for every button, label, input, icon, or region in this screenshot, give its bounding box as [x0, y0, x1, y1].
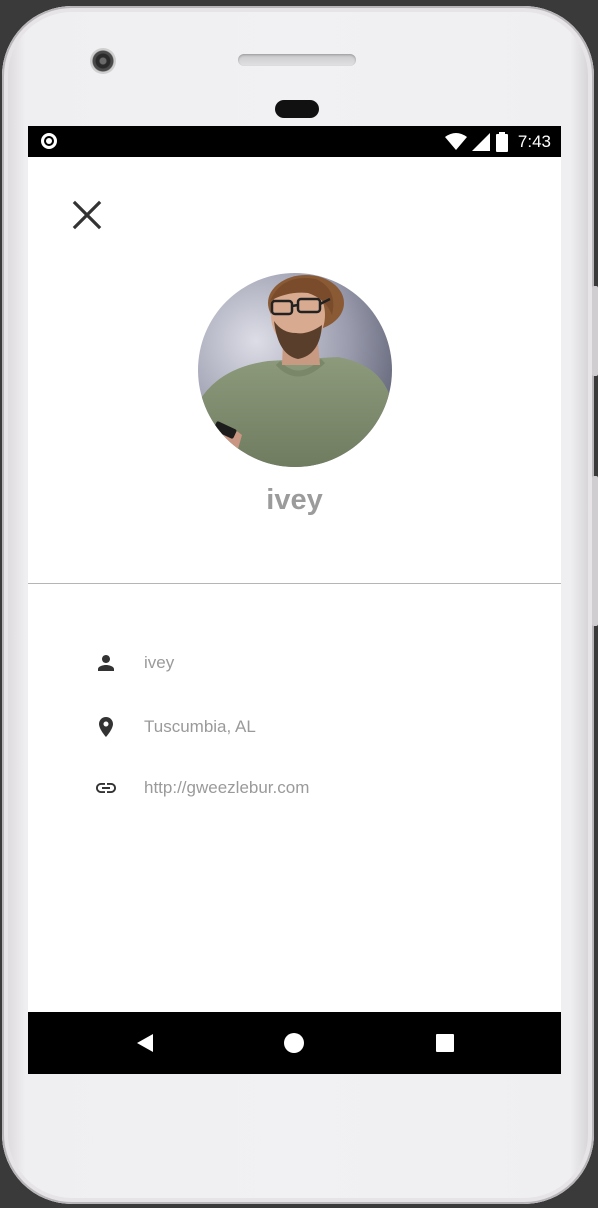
profile-username: ivey [266, 484, 323, 516]
status-time: 7:43 [517, 131, 551, 151]
home-icon [284, 1033, 304, 1053]
recents-button[interactable] [405, 1012, 485, 1074]
avatar-photo [198, 273, 392, 467]
detail-row-username: ivey [88, 648, 528, 678]
person-icon [98, 655, 114, 671]
location-pin-icon [99, 717, 113, 737]
status-bar: 7:43 [28, 126, 561, 157]
notification-circle-icon [41, 133, 57, 149]
battery-icon [495, 131, 508, 152]
back-icon [137, 1034, 153, 1052]
divider [28, 583, 561, 584]
close-button[interactable] [68, 196, 106, 234]
wifi-icon [444, 132, 467, 150]
back-button[interactable] [105, 1012, 185, 1074]
link-icon [96, 783, 116, 793]
power-button [592, 286, 598, 376]
detail-location-text: Tuscumbia, AL [144, 717, 256, 736]
proximity-sensor [275, 100, 319, 118]
home-button[interactable] [254, 1012, 334, 1074]
detail-row-location: Tuscumbia, AL [88, 712, 528, 742]
front-camera [90, 48, 116, 74]
earpiece-speaker [238, 54, 356, 66]
close-icon [72, 200, 102, 230]
navigation-bar [28, 1012, 561, 1074]
detail-username-text: ivey [144, 653, 175, 672]
avatar [198, 273, 392, 467]
volume-buttons [592, 476, 598, 626]
app-screen: 7:43 ivey ivey Tuscumbia, AL http://gwee… [28, 126, 561, 1074]
detail-website-link[interactable]: http://gweezlebur.com [144, 778, 309, 798]
cell-signal-icon [471, 132, 490, 151]
recents-icon [436, 1034, 454, 1052]
detail-row-website[interactable]: http://gweezlebur.com [88, 773, 528, 803]
